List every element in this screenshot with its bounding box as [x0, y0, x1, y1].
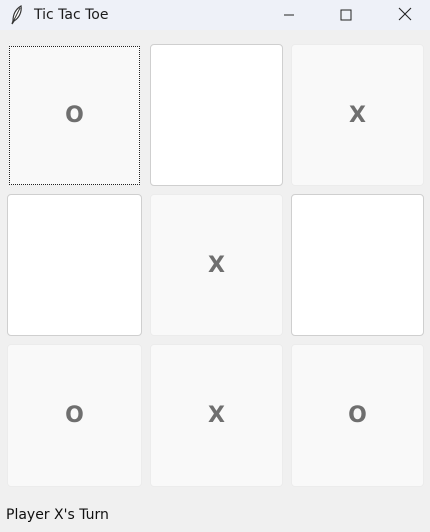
- cell-mark: X: [208, 403, 225, 428]
- app-window: Tic Tac Toe O X X O X O Player X's Turn: [0, 0, 430, 532]
- board-cell-7[interactable]: O: [7, 344, 142, 487]
- board-cell-5[interactable]: X: [150, 194, 283, 336]
- close-button[interactable]: [382, 0, 428, 30]
- board-cell-4[interactable]: [7, 194, 142, 336]
- board-cell-9[interactable]: O: [291, 344, 424, 487]
- cell-mark: O: [65, 403, 84, 428]
- close-icon: [398, 6, 412, 25]
- board-cell-3[interactable]: X: [291, 44, 424, 186]
- board-cell-6[interactable]: [291, 194, 424, 336]
- window-title: Tic Tac Toe: [34, 7, 109, 23]
- minimize-icon: [283, 6, 295, 25]
- title-bar[interactable]: Tic Tac Toe: [0, 0, 430, 30]
- cell-mark: O: [65, 103, 84, 128]
- board-cell-1[interactable]: O: [9, 46, 140, 185]
- cell-mark: X: [349, 102, 366, 128]
- minimize-button[interactable]: [266, 0, 312, 30]
- turn-status: Player X's Turn: [6, 507, 109, 523]
- feather-icon: [6, 4, 28, 26]
- board-cell-2[interactable]: [150, 44, 283, 186]
- maximize-icon: [340, 6, 352, 25]
- cell-mark: O: [348, 403, 367, 428]
- board-cell-8[interactable]: X: [150, 344, 283, 487]
- cell-mark: X: [208, 252, 225, 278]
- maximize-button[interactable]: [323, 0, 369, 30]
